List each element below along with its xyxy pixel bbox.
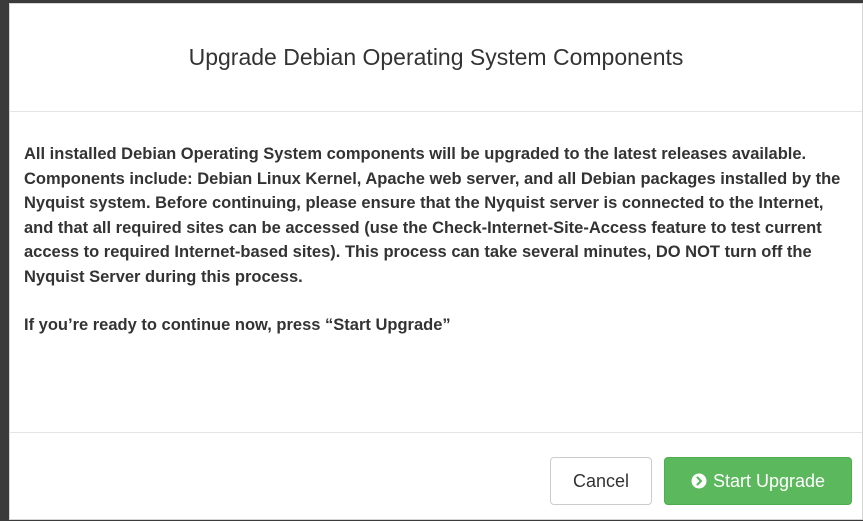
upgrade-description: All installed Debian Operating System co… bbox=[24, 145, 841, 286]
dialog-header: Upgrade Debian Operating System Componen… bbox=[10, 4, 862, 112]
dialog-title: Upgrade Debian Operating System Componen… bbox=[188, 44, 684, 70]
upgrade-prompt: If you’re ready to continue now, press “… bbox=[24, 316, 451, 334]
dialog-body: All installed Debian Operating System co… bbox=[10, 112, 862, 433]
start-upgrade-button[interactable]: Start Upgrade bbox=[664, 457, 852, 505]
start-upgrade-label: Start Upgrade bbox=[712, 470, 826, 491]
dialog-footer: Cancel Start Upgrade bbox=[10, 433, 862, 521]
circle-chevron-right-icon bbox=[691, 473, 707, 489]
cancel-button[interactable]: Cancel bbox=[550, 457, 652, 505]
upgrade-dialog: Upgrade Debian Operating System Componen… bbox=[9, 3, 863, 520]
cancel-button-label: Cancel bbox=[572, 470, 630, 491]
